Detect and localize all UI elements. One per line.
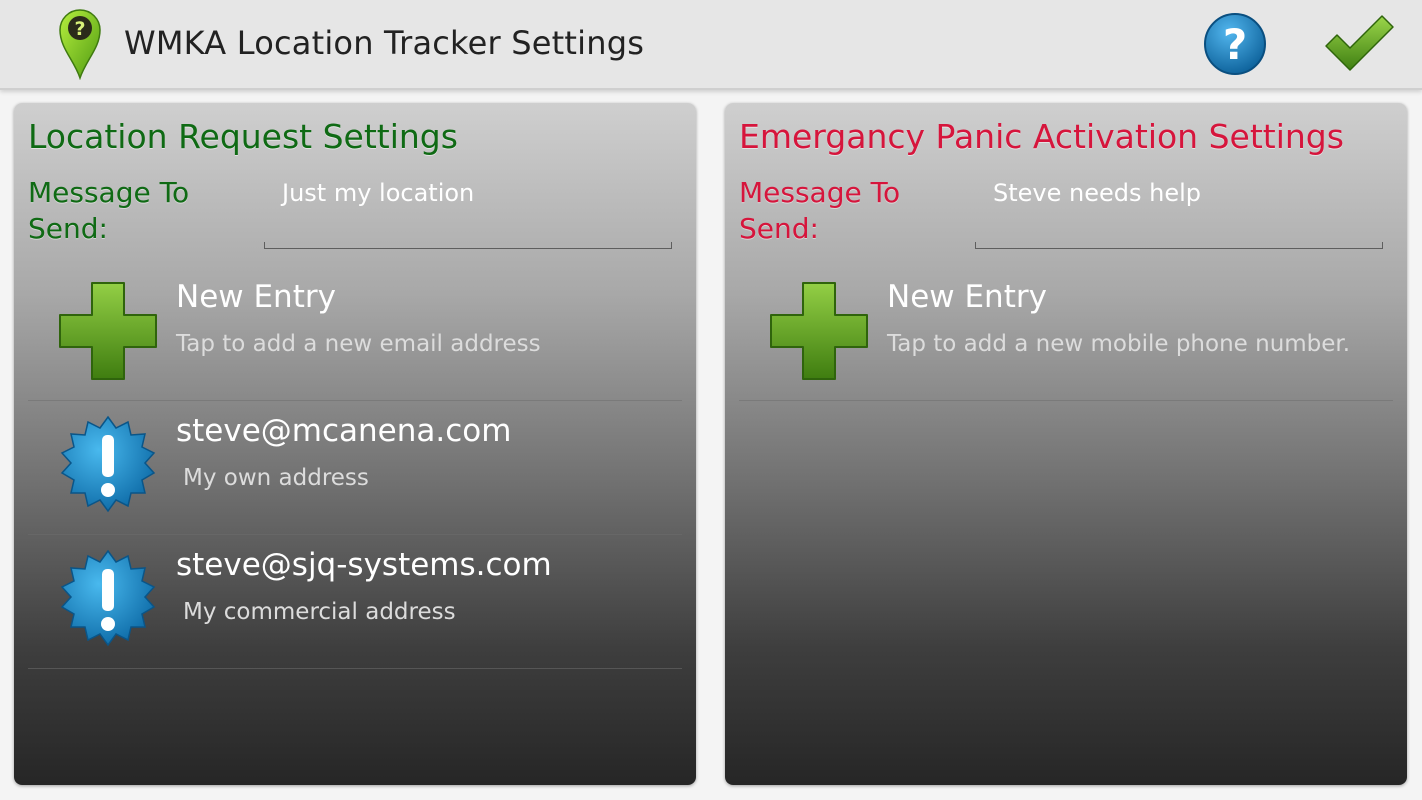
new-phone-entry-row[interactable]: New Entry Tap to add a new mobile phone …	[739, 267, 1393, 401]
app-title: WMKA Location Tracker Settings	[124, 24, 645, 62]
alert-badge-icon	[60, 415, 156, 513]
panic-panel-title: Emergancy Panic Activation Settings	[739, 117, 1344, 156]
location-message-label-line1: Message To	[28, 176, 190, 209]
panic-message-label-line1: Message To	[739, 176, 901, 209]
new-email-entry-row[interactable]: New Entry Tap to add a new email address	[28, 267, 682, 401]
alert-badge-icon	[60, 549, 156, 647]
email-entry-address: steve@mcanena.com	[176, 413, 512, 449]
plus-icon	[770, 282, 868, 380]
panic-activation-panel: Emergancy Panic Activation Settings Mess…	[725, 103, 1407, 785]
email-entry-description: My commercial address	[183, 599, 456, 625]
help-question-icon[interactable]: ?	[1203, 12, 1267, 76]
email-entry-row[interactable]: steve@sjq-systems.com My commercial addr…	[28, 535, 682, 669]
new-email-entry-subtitle: Tap to add a new email address	[176, 331, 541, 357]
location-message-label: Message To Send:	[28, 175, 189, 247]
email-entry-row[interactable]: steve@mcanena.com My own address	[28, 401, 682, 535]
location-panel-title: Location Request Settings	[28, 117, 458, 156]
new-phone-entry-subtitle: Tap to add a new mobile phone number.	[887, 331, 1351, 357]
row-divider	[739, 400, 1393, 401]
plus-icon	[59, 282, 157, 380]
row-divider	[28, 668, 682, 669]
location-message-label-line2: Send:	[28, 212, 108, 245]
new-phone-entry-title: New Entry	[887, 279, 1047, 315]
new-email-entry-title: New Entry	[176, 279, 336, 315]
action-bar: ? WMKA Location Tracker Settings ?	[0, 0, 1422, 90]
panic-message-label: Message To Send:	[739, 175, 900, 247]
svg-text:?: ?	[1223, 20, 1247, 69]
email-entry-description: My own address	[183, 465, 369, 491]
location-request-panel: Location Request Settings Message To Sen…	[14, 103, 696, 785]
panic-message-label-line2: Send:	[739, 212, 819, 245]
email-entry-address: steve@sjq-systems.com	[176, 547, 552, 583]
panic-message-value: Steve needs help	[993, 179, 1201, 207]
panic-message-input[interactable]: Steve needs help	[975, 173, 1383, 249]
map-pin-question-icon: ?	[59, 9, 101, 80]
checkmark-icon[interactable]	[1322, 14, 1396, 74]
location-message-value: Just my location	[282, 179, 475, 207]
svg-text:?: ?	[74, 18, 85, 40]
location-message-input[interactable]: Just my location	[264, 173, 672, 249]
